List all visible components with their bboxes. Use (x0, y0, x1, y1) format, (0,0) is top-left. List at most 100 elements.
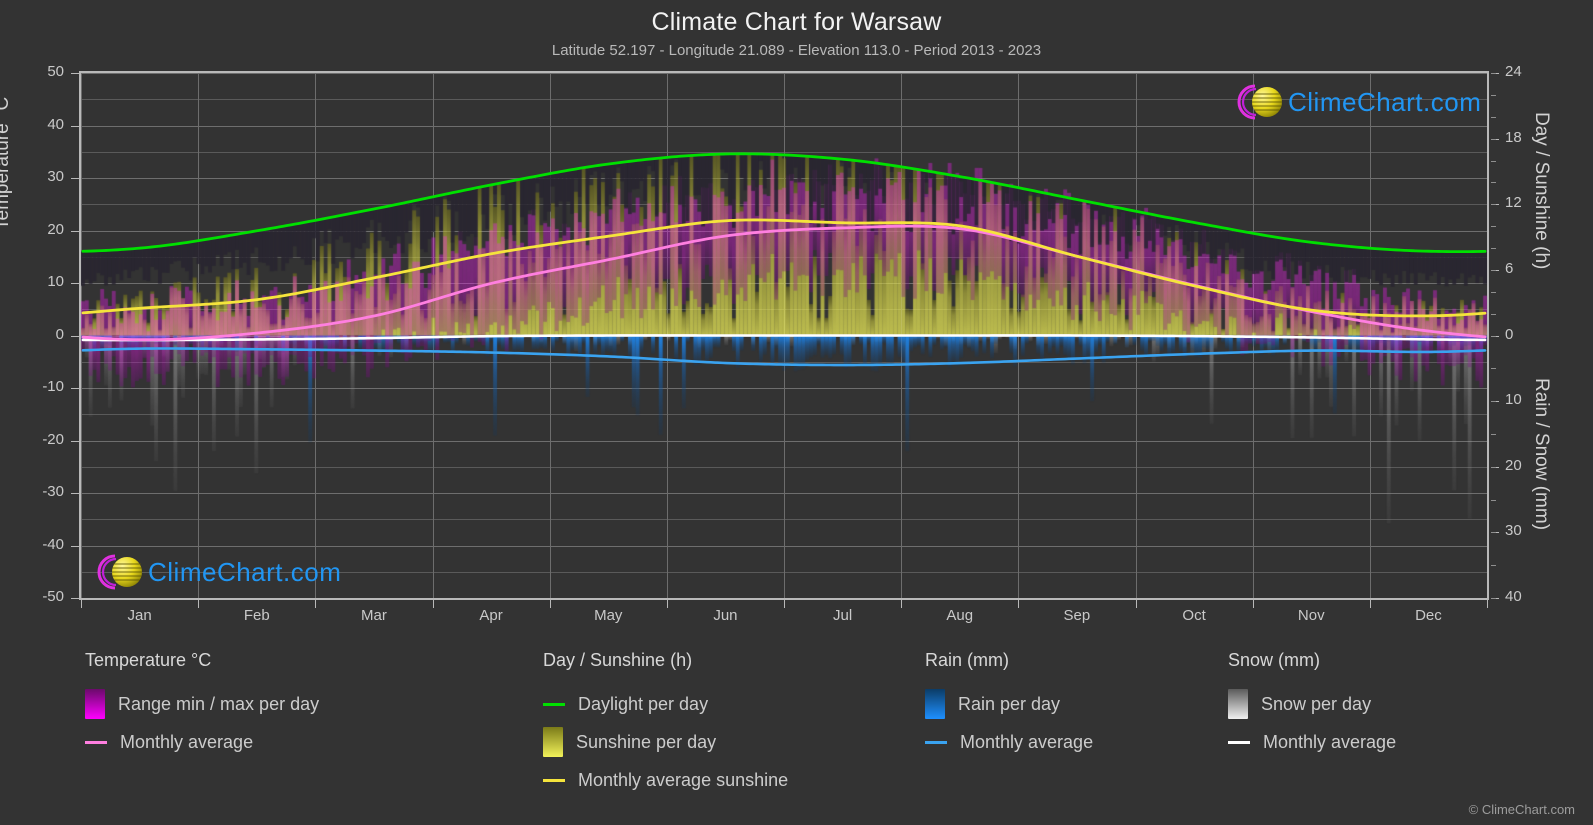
right-axis-minor-tick (1491, 160, 1496, 162)
right-axis-minor-tick (1491, 335, 1496, 337)
legend-item[interactable]: Daylight per day (543, 685, 788, 723)
climechart-logo-icon (97, 554, 142, 590)
left-axis-tick-label: -50 (42, 588, 64, 605)
x-axis-tick-mark (1370, 600, 1371, 608)
legend-item[interactable]: Range min / max per day (85, 685, 319, 723)
watermark-logo-bottom-left: ClimeChart.com (92, 550, 341, 594)
legend-line-icon (1228, 740, 1263, 744)
left-axis-tick-label: -10 (42, 378, 64, 395)
x-axis-tick-label: Jul (832, 607, 853, 624)
left-axis-tick-mark (71, 230, 79, 232)
page-subtitle: Latitude 52.197 - Longitude 21.089 - Ele… (551, 42, 1042, 59)
x-axis-tick-mark (784, 600, 785, 608)
curve-rain-monthly-average (81, 347, 1487, 367)
legend-line-sample (543, 702, 565, 706)
x-axis-tick-label: Apr (479, 607, 503, 624)
legend-heading: Snow (mm) (1228, 650, 1321, 670)
legend-item[interactable]: Monthly average (85, 723, 319, 761)
right-axis-minor-tick (1491, 433, 1496, 435)
x-axis-tick-mark (901, 600, 902, 608)
left-axis-tick-label: 40 (47, 115, 64, 133)
curve-snow-monthly-average (81, 334, 1487, 342)
series-curves-layer (81, 152, 1487, 367)
legend-heading: Rain (mm) (925, 650, 1009, 670)
left-axis-tick-label: -30 (42, 483, 64, 500)
gridline-horizontal (81, 598, 1487, 599)
right-axis-minor-tick (1491, 248, 1496, 249)
x-axis-tick-label: Oct (1182, 607, 1206, 624)
right-axis-minor-tick (1491, 226, 1496, 228)
legend-line-icon (543, 702, 578, 706)
gridline-vertical (1487, 73, 1488, 598)
left-axis-tick-label: 30 (47, 168, 64, 185)
logo-text: ClimeChart.com (1288, 86, 1482, 117)
legend-item-label: Rain per day (958, 693, 1061, 714)
legend-item[interactable]: Sunshine per day (543, 723, 788, 761)
right-axis-top-tick-label: 24 (1505, 63, 1522, 80)
right-axis-minor-tick (1491, 532, 1496, 534)
legend-column: Snow (mm) Snow per day Monthly average (1228, 650, 1396, 761)
legend-swatch-icon (543, 727, 563, 757)
right-axis-bottom-tick-label: 30 (1505, 522, 1522, 540)
climate-chart-page: Climate Chart for Warsaw Latitude 52.197… (0, 0, 1593, 825)
right-axis-minor-tick (1491, 565, 1496, 567)
x-axis-tick-label: Nov (1297, 607, 1325, 624)
x-axis-tick-label: Feb (243, 607, 270, 624)
legend-item[interactable]: Monthly average (925, 723, 1093, 761)
x-axis-tick-label: Aug (946, 607, 974, 624)
x-axis-tick-label: Sep (1063, 607, 1091, 624)
right-axis-minor-tick (1491, 204, 1496, 206)
left-axis-tick-label: 10 (47, 273, 64, 290)
legend-item-label: Monthly average (960, 731, 1094, 752)
legend-line-sample (925, 740, 947, 744)
legend-heading: Temperature °C (85, 650, 212, 670)
left-axis-tick-mark (71, 73, 79, 74)
right-axis-minor-tick (1491, 73, 1496, 74)
x-axis-tick-label: May (594, 607, 623, 624)
left-axis-tick-label: 50 (47, 63, 64, 80)
legend-heading: Day / Sunshine (h) (543, 650, 693, 670)
legend-item[interactable]: Monthly average sunshine (543, 761, 788, 799)
copyright-text: © ClimeChart.com (1468, 802, 1575, 817)
right-axis-bottom-tick-label: 10 (1505, 391, 1522, 409)
x-axis-tick-mark (81, 600, 82, 608)
left-axis-tick-mark (71, 493, 79, 494)
right-axis-minor-tick (1491, 598, 1496, 599)
right-axis-minor-tick (1491, 94, 1496, 96)
legend-item[interactable]: Snow per day (1228, 685, 1396, 723)
legend-item-label: Monthly average (120, 731, 254, 752)
watermark-logo-top-right: ClimeChart.com (1232, 80, 1481, 124)
x-axis-tick-mark (433, 600, 434, 608)
legend-item-label: Range min / max per day (118, 693, 320, 714)
right-axis-minor-tick (1491, 368, 1496, 370)
right-axis-top-tick-label: 12 (1505, 194, 1522, 212)
right-axis-minor-tick (1491, 313, 1496, 315)
legend-item-label: Monthly average (1263, 731, 1397, 752)
right-axis-bottom-tick-label: 20 (1505, 456, 1522, 474)
curve-temperature-monthly-average (81, 224, 1487, 342)
legend-item-label: Snow per day (1261, 693, 1372, 714)
x-axis-tick-mark (1018, 600, 1019, 608)
right-axis-bottom-tick-label: 40 (1505, 588, 1522, 605)
left-axis-tick-mark (71, 440, 79, 442)
legend-item[interactable]: Monthly average (1228, 723, 1396, 761)
curve-monthly-average-sunshine (81, 218, 1487, 318)
right-axis-top-tick-label: 6 (1505, 259, 1514, 277)
legend-item-label: Sunshine per day (576, 731, 717, 752)
right-axis-minor-tick (1491, 466, 1496, 468)
x-axis-tick-mark (1136, 600, 1137, 608)
legend-item-label: Monthly average sunshine (578, 769, 789, 790)
x-axis-tick-label: Jun (713, 607, 738, 624)
right-axis-minor-tick (1491, 138, 1496, 140)
legend-swatch-icon (1228, 689, 1248, 719)
legend-line-sample (1228, 740, 1250, 744)
curve-daylight-per-day (81, 152, 1487, 254)
x-axis-tick-mark (1487, 600, 1488, 608)
right-axis-minor-tick (1491, 291, 1496, 293)
legend-line-sample (85, 740, 107, 744)
legend-column: Day / Sunshine (h) Daylight per day Sunshi… (543, 650, 788, 799)
right-axis-top-tick-label: 18 (1505, 128, 1522, 146)
left-axis-tick-label: 20 (47, 220, 64, 238)
legend-line-icon (543, 778, 578, 782)
legend-item[interactable]: Rain per day (925, 685, 1093, 723)
